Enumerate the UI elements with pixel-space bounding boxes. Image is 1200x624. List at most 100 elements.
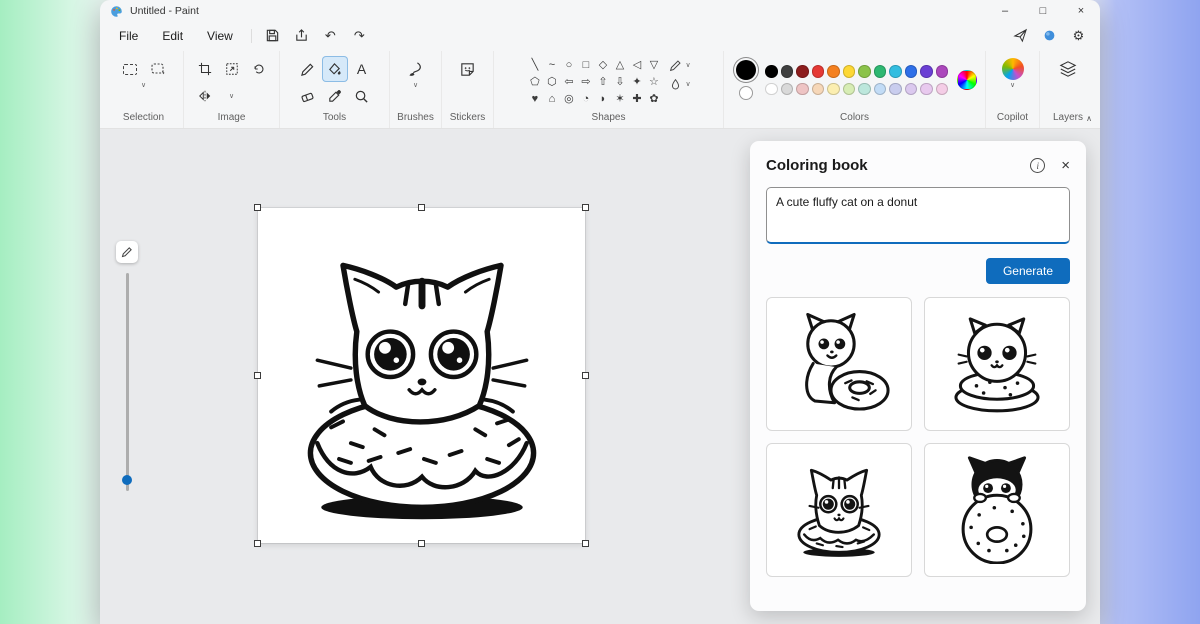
layers-icon[interactable] [1055,56,1081,82]
color-swatch[interactable] [858,83,871,96]
color-swatch[interactable] [874,65,887,78]
shape-icon[interactable]: ☆ [645,73,662,90]
color-swatch[interactable] [765,65,778,78]
copilot-dropdown-chevron[interactable]: ∨ [1010,82,1015,89]
shape-icon[interactable]: ◁ [628,56,645,73]
prompt-input[interactable]: A cute fluffy cat on a donut [766,187,1070,244]
copilot-icon[interactable] [1000,56,1026,82]
menu-item-edit[interactable]: Edit [151,26,194,46]
rotate-icon[interactable] [246,56,272,82]
feedback-send-icon[interactable] [1007,24,1034,48]
color-swatch[interactable] [920,65,933,78]
copilot-badge-icon[interactable] [1036,24,1063,48]
shape-icon[interactable]: ◇ [594,56,611,73]
color-swatch[interactable] [827,65,840,78]
color-swatch[interactable] [889,83,902,96]
color-picker-wheel-icon[interactable] [957,70,977,90]
flip-icon[interactable] [192,83,218,109]
resize-icon[interactable] [219,56,245,82]
shape-fill-dropdown[interactable]: ∨ [669,78,690,91]
selection-handle[interactable] [418,540,425,547]
color-swatch[interactable] [812,83,825,96]
magnifier-tool-icon[interactable] [349,83,375,109]
minimize-button[interactable]: – [986,0,1024,22]
shape-icon[interactable]: ⇩ [611,73,628,90]
color-swatch[interactable] [781,65,794,78]
slider-pen-icon[interactable] [116,241,138,263]
fill-tool-icon[interactable] [322,56,348,82]
color-swatch[interactable] [905,65,918,78]
shape-icon[interactable]: ◗ [594,90,611,107]
shape-icon[interactable]: ✿ [645,90,662,107]
shape-icon[interactable]: ⬡ [543,73,560,90]
selection-handle[interactable] [254,372,261,379]
shape-icon[interactable]: ♥ [526,90,543,107]
selection-dropdown-chevron[interactable]: ∨ [141,82,146,89]
rectangle-select-icon[interactable] [117,56,143,82]
undo-icon[interactable]: ↶ [317,24,344,48]
color-swatch[interactable] [936,83,949,96]
foreground-color-swatch[interactable] [736,60,756,80]
color-swatch[interactable] [827,83,840,96]
panel-close-icon[interactable]: × [1061,158,1070,173]
color-swatch[interactable] [781,83,794,96]
color-swatch[interactable] [796,65,809,78]
share-icon[interactable] [288,24,315,48]
selection-handle[interactable] [254,204,261,211]
shape-icon[interactable]: ◔ [577,90,594,107]
pencil-tool-icon[interactable] [295,56,321,82]
slider-track[interactable] [126,273,129,491]
shape-icon[interactable]: ▽ [645,56,662,73]
brushes-dropdown-chevron[interactable]: ∨ [413,82,418,89]
color-swatch[interactable] [858,65,871,78]
shape-icon[interactable]: ✶ [611,90,628,107]
background-color-swatch[interactable] [739,86,753,100]
crop-icon[interactable] [192,56,218,82]
image-options-chevron[interactable]: ∨ [219,83,245,109]
shape-icon[interactable]: ⇦ [560,73,577,90]
save-icon[interactable] [259,24,286,48]
slider-thumb[interactable] [122,475,132,485]
color-swatch[interactable] [843,83,856,96]
settings-gear-icon[interactable]: ⚙ [1065,24,1092,48]
canvas[interactable] [258,208,585,543]
shape-icon[interactable]: ◎ [560,90,577,107]
color-swatch[interactable] [905,83,918,96]
selection-handle[interactable] [582,540,589,547]
eraser-tool-icon[interactable] [295,83,321,109]
thumbnail-1[interactable] [766,297,912,431]
menu-item-view[interactable]: View [196,26,244,46]
selection-handle[interactable] [582,204,589,211]
free-select-icon[interactable] [145,56,171,82]
close-button[interactable]: × [1062,0,1100,22]
thumbnail-4[interactable] [924,443,1070,577]
shape-icon[interactable]: ○ [560,56,577,73]
color-swatch[interactable] [796,83,809,96]
thumbnail-3[interactable] [766,443,912,577]
shape-icon[interactable]: ╲ [526,56,543,73]
selection-handle[interactable] [582,372,589,379]
shape-icon[interactable]: ⌂ [543,90,560,107]
color-swatch[interactable] [936,65,949,78]
text-tool-icon[interactable]: A [349,56,375,82]
redo-icon[interactable]: ↷ [346,24,373,48]
maximize-button[interactable]: □ [1024,0,1062,22]
color-picker-tool-icon[interactable] [322,83,348,109]
color-swatch[interactable] [874,83,887,96]
color-swatch[interactable] [920,83,933,96]
color-swatch[interactable] [765,83,778,96]
shape-icon[interactable]: ✚ [628,90,645,107]
menu-item-file[interactable]: File [108,26,149,46]
color-swatch[interactable] [843,65,856,78]
shape-icon[interactable]: □ [577,56,594,73]
info-icon[interactable]: i [1030,158,1045,173]
shape-icon[interactable]: ✦ [628,73,645,90]
selection-handle[interactable] [254,540,261,547]
shape-outline-dropdown[interactable]: ∨ [669,59,690,72]
ribbon-collapse-chevron[interactable]: ∧ [1086,114,1092,123]
stickers-icon[interactable] [455,56,481,82]
shape-icon[interactable]: △ [611,56,628,73]
selection-handle[interactable] [418,204,425,211]
color-swatch[interactable] [889,65,902,78]
shape-icon[interactable]: ⇨ [577,73,594,90]
